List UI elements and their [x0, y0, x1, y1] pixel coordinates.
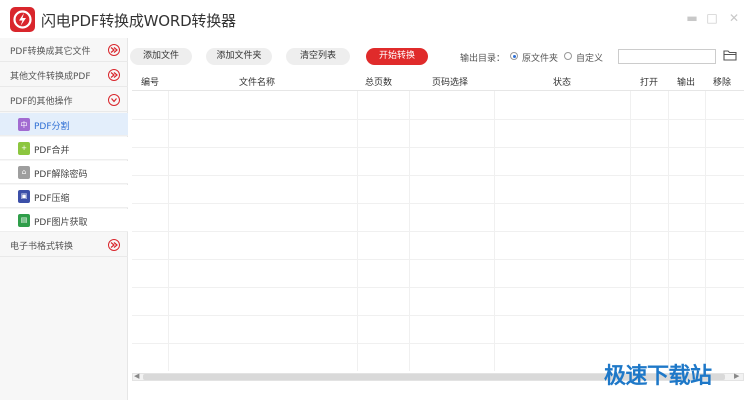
sidebar-item-pdf-merge[interactable]: + PDF合并	[0, 137, 128, 160]
sidebar-item-label: PDF分割	[34, 122, 70, 132]
compress-icon: ▣	[18, 190, 30, 203]
radio-custom[interactable]	[564, 52, 572, 60]
sidebar-item-pdf-image-extract[interactable]: ▤ PDF图片获取	[0, 209, 128, 232]
grid-line	[132, 315, 744, 316]
title-bar: 闪电PDF转换成WORD转换器 ▬ □ ✕	[0, 0, 750, 38]
sidebar-category-label: 其他文件转换成PDF	[10, 72, 91, 82]
chevron-right-icon	[108, 239, 120, 251]
radio-original-label: 原文件夹	[522, 54, 559, 64]
sidebar-category-label: PDF转换成其它文件	[10, 47, 91, 57]
split-icon: 中	[18, 118, 30, 131]
sidebar-category-label: PDF的其他操作	[10, 97, 73, 107]
sidebar-item-pdf-unlock[interactable]: ⌂ PDF解除密码	[0, 161, 128, 184]
grid-line	[132, 287, 744, 288]
sidebar-item-pdf-split[interactable]: 中 PDF分割	[0, 113, 128, 136]
sidebar-category-label: 电子书格式转换	[10, 242, 74, 252]
column-header-total-pages: 总页数	[365, 78, 393, 88]
output-dir-label: 输出目录：	[460, 54, 506, 64]
grid-line	[132, 231, 744, 232]
unlock-icon: ⌂	[18, 166, 30, 179]
column-header-index: 编号	[141, 78, 160, 88]
output-path-input[interactable]	[618, 49, 716, 64]
sidebar-item-label: PDF解除密码	[34, 170, 88, 180]
sidebar-item-pdf-compress[interactable]: ▣ PDF压缩	[0, 185, 128, 208]
close-icon[interactable]: ✕	[726, 10, 742, 26]
chevron-down-icon	[108, 94, 120, 106]
chevron-right-icon	[108, 44, 120, 56]
grid-line	[132, 343, 744, 344]
radio-original-folder[interactable]	[510, 52, 518, 60]
file-table: 编号 文件名称 总页数 页码选择 状态 打开 输出 移除	[132, 74, 744, 371]
sidebar-category-ebook[interactable]: 电子书格式转换	[0, 233, 128, 257]
table-header: 编号 文件名称 总页数 页码选择 状态 打开 输出 移除	[132, 74, 744, 88]
column-header-remove: 移除	[713, 78, 732, 88]
radio-custom-label: 自定义	[576, 54, 604, 64]
column-header-status: 状态	[553, 78, 572, 88]
watermark-text: 极速下载站	[604, 364, 712, 389]
chevron-right-icon	[108, 69, 120, 81]
sidebar-item-label: PDF图片获取	[34, 218, 88, 228]
column-header-open: 打开	[640, 78, 659, 88]
grid-line	[132, 119, 744, 120]
add-file-button[interactable]: 添加文件	[130, 48, 192, 65]
sidebar-item-label: PDF压缩	[34, 194, 70, 204]
app-logo-icon	[10, 7, 35, 32]
grid-line	[132, 259, 744, 260]
sidebar-item-label: PDF合并	[34, 146, 70, 156]
sidebar: PDF转换成其它文件 其他文件转换成PDF PDF的其他操作 中 PDF分割 +…	[0, 38, 128, 400]
add-folder-button[interactable]: 添加文件夹	[206, 48, 272, 65]
toolbar: 添加文件 添加文件夹 清空列表 开始转换 输出目录： 原文件夹 自定义	[128, 38, 750, 72]
grid-line	[132, 203, 744, 204]
sidebar-category-pdf-to-other[interactable]: PDF转换成其它文件	[0, 38, 128, 62]
minimize-icon[interactable]: ▬	[684, 10, 700, 26]
sidebar-category-other-to-pdf[interactable]: 其他文件转换成PDF	[0, 63, 128, 87]
scroll-left-icon[interactable]: ◀	[134, 372, 139, 380]
table-body	[132, 90, 744, 371]
image-icon: ▤	[18, 214, 30, 227]
sidebar-category-pdf-other-ops[interactable]: PDF的其他操作	[0, 88, 128, 112]
scroll-right-icon[interactable]: ▶	[734, 372, 739, 380]
app-title: 闪电PDF转换成WORD转换器	[41, 12, 236, 30]
grid-line	[132, 175, 744, 176]
column-header-page-select: 页码选择	[432, 78, 469, 88]
merge-icon: +	[18, 142, 30, 155]
clear-list-button[interactable]: 清空列表	[286, 48, 350, 65]
grid-line	[132, 147, 744, 148]
folder-icon[interactable]	[723, 49, 737, 64]
column-header-filename: 文件名称	[239, 78, 276, 88]
start-convert-button[interactable]: 开始转换	[366, 48, 428, 65]
column-header-output: 输出	[677, 78, 696, 88]
maximize-icon[interactable]: □	[704, 10, 720, 26]
